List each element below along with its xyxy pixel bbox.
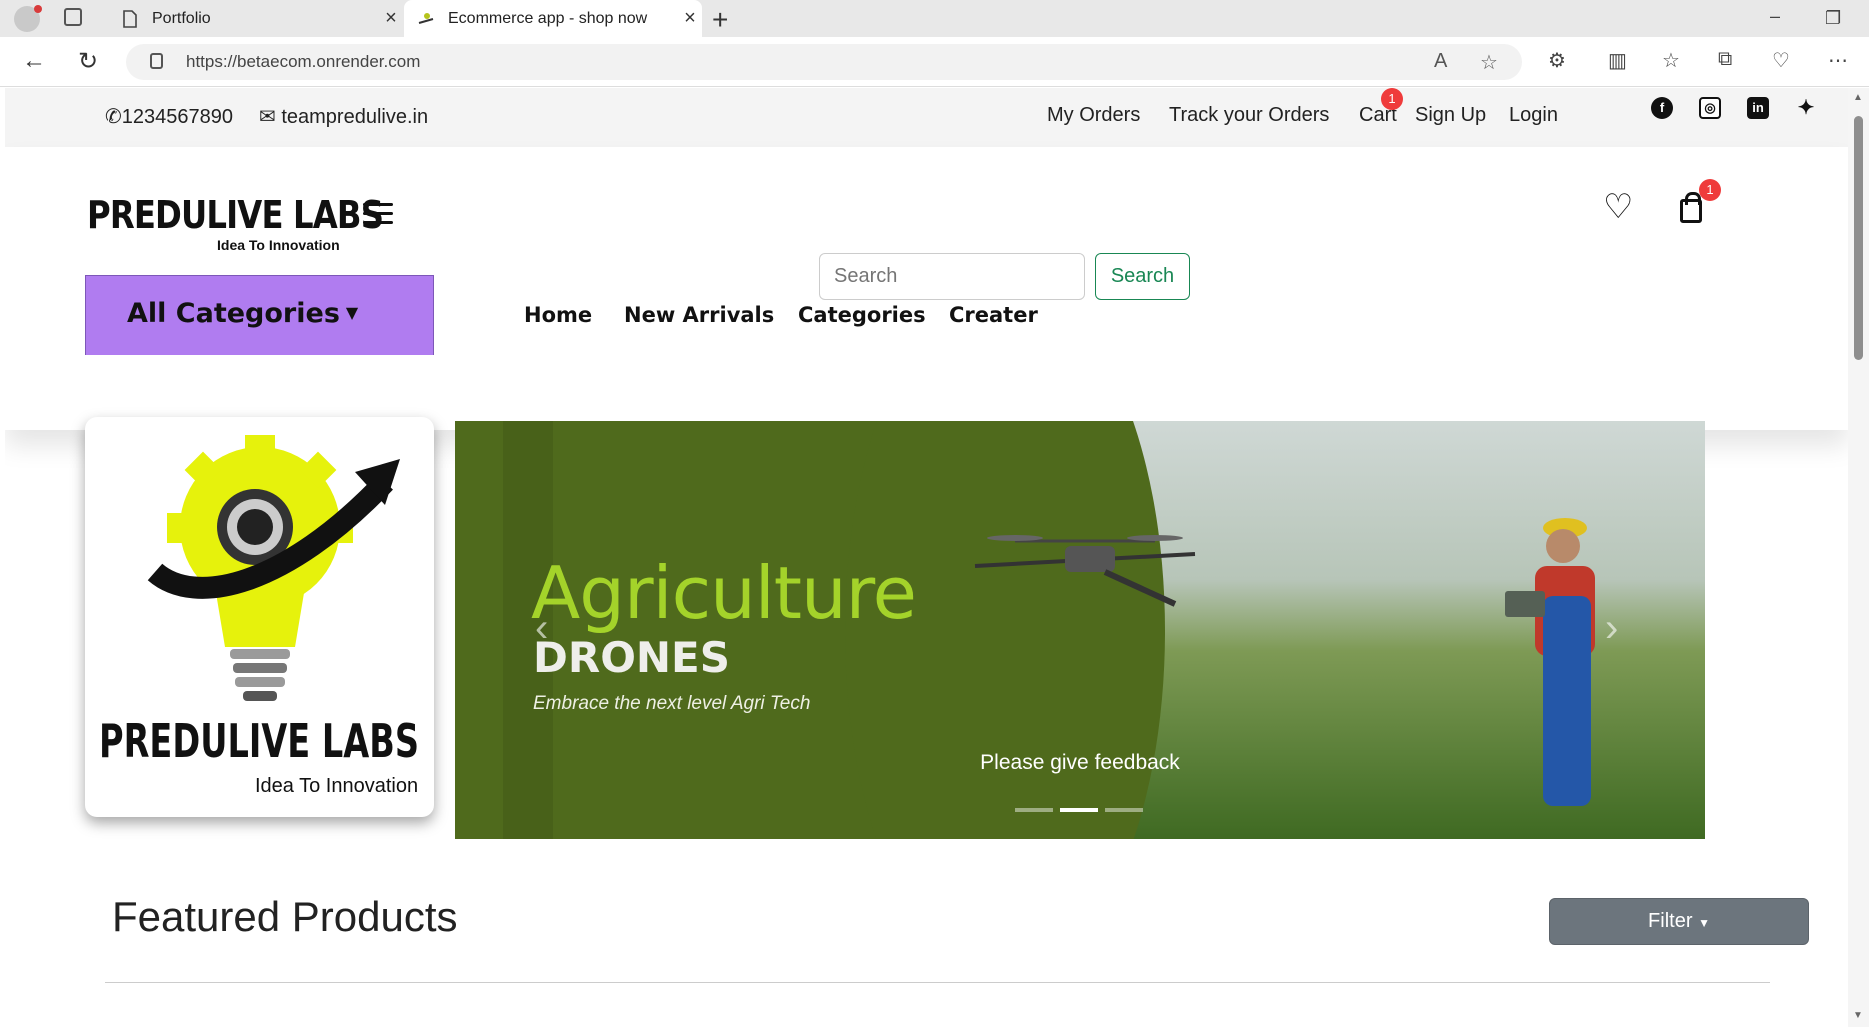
tab-title: Ecommerce app - shop now [448,9,648,27]
read-aloud-icon[interactable]: A [1434,50,1447,73]
tab-title: Portfolio [152,9,211,27]
carousel-indicators [1015,808,1143,812]
shopping-bag-icon[interactable] [1680,192,1702,223]
reload-icon[interactable]: ↻ [78,47,98,76]
carousel-next-icon[interactable]: › [1605,606,1618,651]
scroll-up-icon[interactable]: ▲ [1853,92,1863,103]
drone-icon [974,535,1196,607]
back-icon[interactable]: ← [22,47,46,75]
banner-tagline: Embrace the next level Agri Tech [533,693,811,714]
browser-tab-ecommerce[interactable]: Ecommerce app - shop now × [404,0,702,37]
wishlist-heart-icon[interactable]: ♡ [1603,187,1633,227]
hero-logo-text: PREDULIVE LABS [99,714,419,768]
scrollbar-thumb[interactable] [1854,116,1863,360]
carousel-prev-icon[interactable]: ‹ [535,606,548,651]
close-tab-icon[interactable]: × [379,7,403,30]
split-screen-icon[interactable]: ▥ [1608,48,1627,73]
email-address: teampredulive.in [281,106,429,128]
cart-count-badge: 1 [1381,88,1403,110]
linkedin-icon[interactable]: in [1747,97,1769,119]
browser-essentials-icon[interactable]: ♡ [1772,48,1790,73]
site-header: PREDULIVE LABS Idea To Innovation Search… [5,147,1848,430]
instagram-icon[interactable]: ◎ [1699,97,1721,119]
nav-home[interactable]: Home [524,303,592,327]
hero-logo-card: PREDULIVE LABS Idea To Innovation [85,417,434,817]
mail-icon: ✉ [259,106,282,128]
my-orders-link[interactable]: My Orders [1047,104,1140,127]
url-bar[interactable]: https://betaecom.onrender.com A ☆ [126,44,1522,80]
email-contact[interactable]: ✉ teampredulive.in [259,104,428,129]
hero-logo-tagline: Idea To Innovation [255,775,418,797]
page-scrollbar[interactable]: ▲ ▼ [1848,88,1869,1027]
nav-categories[interactable]: Categories [798,303,926,327]
bag-count-badge: 1 [1699,179,1721,201]
menu-hamburger-icon[interactable] [363,203,393,230]
search-input[interactable] [819,253,1085,300]
browser-tab-strip: Portfolio × Ecommerce app - shop now × +… [0,0,1869,37]
filter-dropdown-button[interactable]: Filter ▼ [1549,898,1809,945]
phone-icon: ✆ [105,106,122,128]
all-categories-dropdown[interactable]: All Categories ▼ [85,275,434,355]
scroll-down-icon[interactable]: ▼ [1853,1010,1863,1021]
carousel-indicator-2[interactable] [1060,808,1098,812]
favorite-star-icon[interactable]: ☆ [1480,50,1498,75]
browser-tab-portfolio[interactable]: Portfolio × [108,0,403,37]
minimize-icon[interactable]: – [1770,6,1780,27]
hero-carousel[interactable]: Agriculture DRONES Embrace the next leve… [455,421,1705,839]
restore-icon[interactable]: ❐ [1825,8,1841,29]
new-tab-icon[interactable]: + [712,4,728,36]
carousel-caption: Please give feedback [980,751,1180,774]
contact-strip: ✆1234567890 ✉ teampredulive.in My Orders… [5,88,1848,147]
nav-new-arrivals[interactable]: New Arrivals [624,303,774,327]
banner-title: Agriculture [531,551,917,635]
nav-creater[interactable]: Creater [949,303,1038,327]
collections-icon[interactable]: ⧉ [1718,48,1732,71]
carousel-indicator-1[interactable] [1015,808,1053,812]
filter-label: Filter [1648,910,1693,932]
phone-number: 1234567890 [121,106,233,128]
phone-contact[interactable]: ✆1234567890 [105,104,233,129]
page-viewport: ✆1234567890 ✉ teampredulive.in My Orders… [5,88,1848,1027]
lightbulb-gear-logo-icon: PREDULIVE LABS Idea To Innovation [99,435,419,797]
search-button[interactable]: Search [1095,253,1190,300]
section-divider [105,982,1770,983]
caret-down-icon: ▼ [1698,916,1710,930]
close-tab-icon[interactable]: × [678,7,702,30]
site-logo[interactable]: PREDULIVE LABS [87,193,384,237]
all-categories-label: All Categories [127,298,340,329]
more-options-icon[interactable]: ⋯ [1828,48,1848,73]
caret-down-icon: ▼ [345,303,359,322]
lock-icon[interactable] [150,53,163,69]
banner-subtitle: DRONES [533,633,730,682]
featured-products-heading: Featured Products [112,893,458,940]
sign-up-link[interactable]: Sign Up [1415,104,1486,127]
favorites-icon[interactable]: ☆ [1662,48,1680,73]
logo-tagline: Idea To Innovation [217,237,340,253]
profile-avatar[interactable] [14,5,42,32]
tab-actions-icon[interactable] [64,8,82,26]
facebook-icon[interactable]: f [1651,97,1673,119]
twitter-icon[interactable]: ✦ [1795,97,1817,119]
track-orders-link[interactable]: Track your Orders [1169,104,1329,127]
page-icon [123,9,137,28]
site-favicon-icon [418,12,434,24]
address-toolbar: ← ↻ https://betaecom.onrender.com A ☆ ⚙ … [0,37,1869,87]
login-link[interactable]: Login [1509,104,1558,127]
url-text: https://betaecom.onrender.com [186,52,421,71]
extensions-icon[interactable]: ⚙ [1548,48,1566,73]
carousel-indicator-3[interactable] [1105,808,1143,812]
